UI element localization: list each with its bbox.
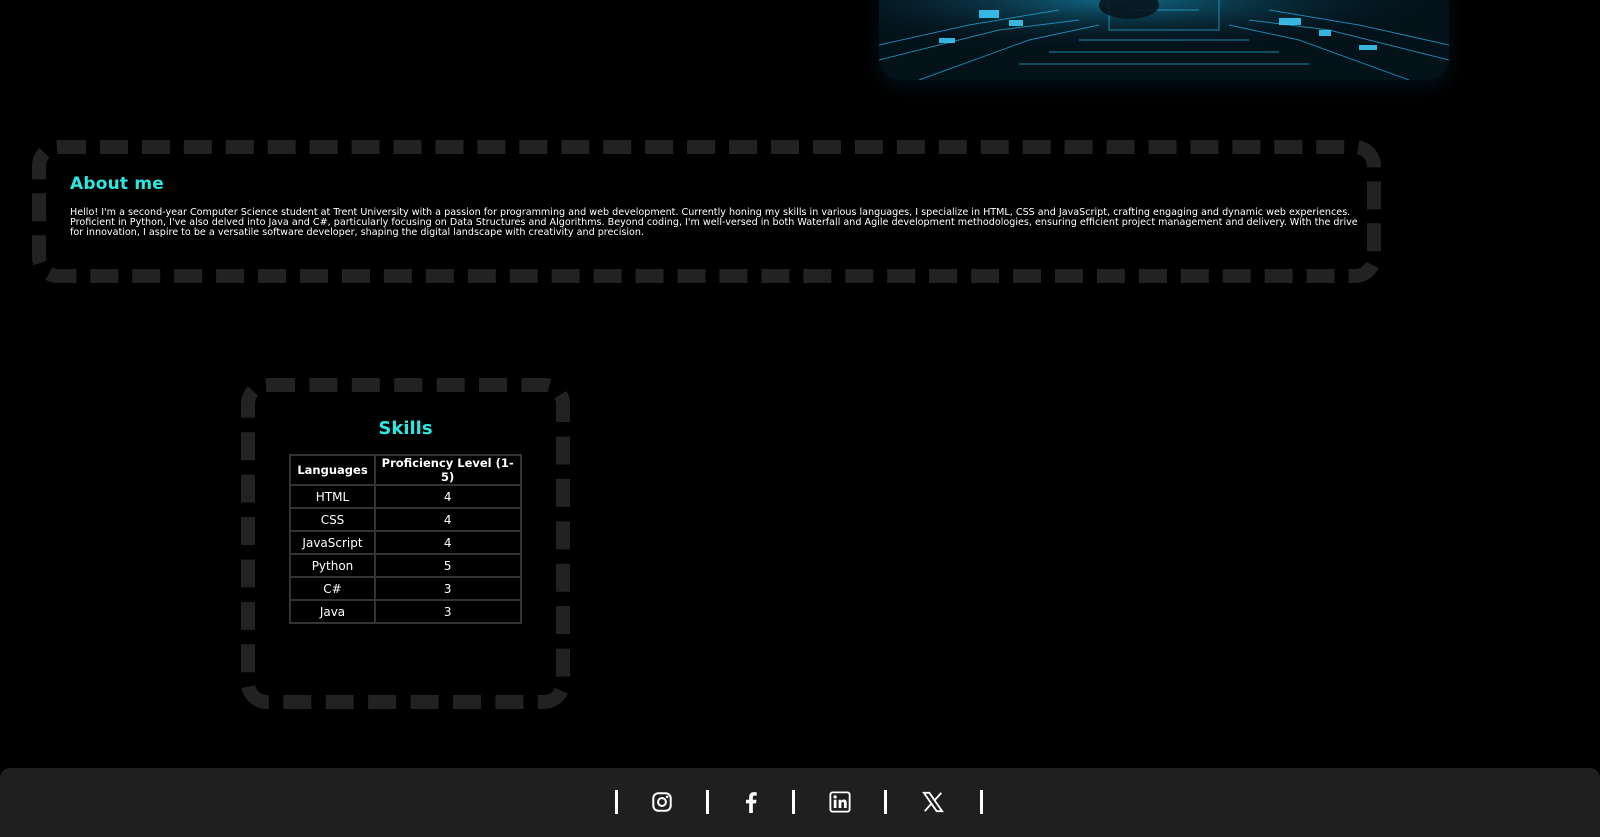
table-row: C# 3	[289, 576, 522, 601]
skills-table: Languages Proficiency Level (1-5) HTML 4…	[289, 454, 522, 624]
skills-title: Skills	[378, 418, 433, 439]
about-title: About me	[70, 174, 164, 194]
footer-separator	[706, 790, 709, 814]
facebook-link[interactable]	[738, 789, 764, 815]
x-icon	[922, 791, 944, 813]
about-text: Hello! I'm a second-year Computer Scienc…	[70, 207, 1358, 238]
language-cell: C#	[289, 576, 376, 601]
about-section: About me Hello! I'm a second-year Comput…	[32, 140, 1381, 283]
footer-separator	[884, 790, 887, 814]
linkedin-link[interactable]	[827, 789, 853, 815]
footer-separator	[980, 790, 983, 814]
facebook-icon	[745, 792, 757, 813]
table-row: JavaScript 4	[289, 530, 522, 555]
language-cell: CSS	[289, 507, 376, 532]
column-header-languages: Languages	[289, 454, 376, 486]
skills-section: Skills Languages Proficiency Level (1-5)…	[241, 378, 570, 709]
instagram-link[interactable]	[649, 789, 675, 815]
column-header-proficiency: Proficiency Level (1-5)	[373, 454, 522, 486]
table-row: Python 5	[289, 553, 522, 578]
level-cell: 3	[373, 599, 522, 624]
hero-image	[879, 0, 1449, 80]
level-cell: 5	[373, 553, 522, 578]
page: About me Hello! I'm a second-year Comput…	[0, 0, 1600, 837]
social-links	[0, 768, 1600, 837]
level-cell: 3	[373, 576, 522, 601]
table-row: HTML 4	[289, 484, 522, 509]
footer	[0, 768, 1600, 837]
level-cell: 4	[373, 530, 522, 555]
linkedin-icon	[829, 791, 851, 813]
x-link[interactable]	[920, 789, 946, 815]
table-row: CSS 4	[289, 507, 522, 532]
footer-separator	[792, 790, 795, 814]
table-header-row: Languages Proficiency Level (1-5)	[289, 454, 522, 486]
language-cell: Python	[289, 553, 376, 578]
table-row: Java 3	[289, 599, 522, 624]
language-cell: HTML	[289, 484, 376, 509]
level-cell: 4	[373, 507, 522, 532]
footer-separator	[615, 790, 618, 814]
level-cell: 4	[373, 484, 522, 509]
language-cell: JavaScript	[289, 530, 376, 555]
instagram-icon	[652, 792, 672, 812]
language-cell: Java	[289, 599, 376, 624]
